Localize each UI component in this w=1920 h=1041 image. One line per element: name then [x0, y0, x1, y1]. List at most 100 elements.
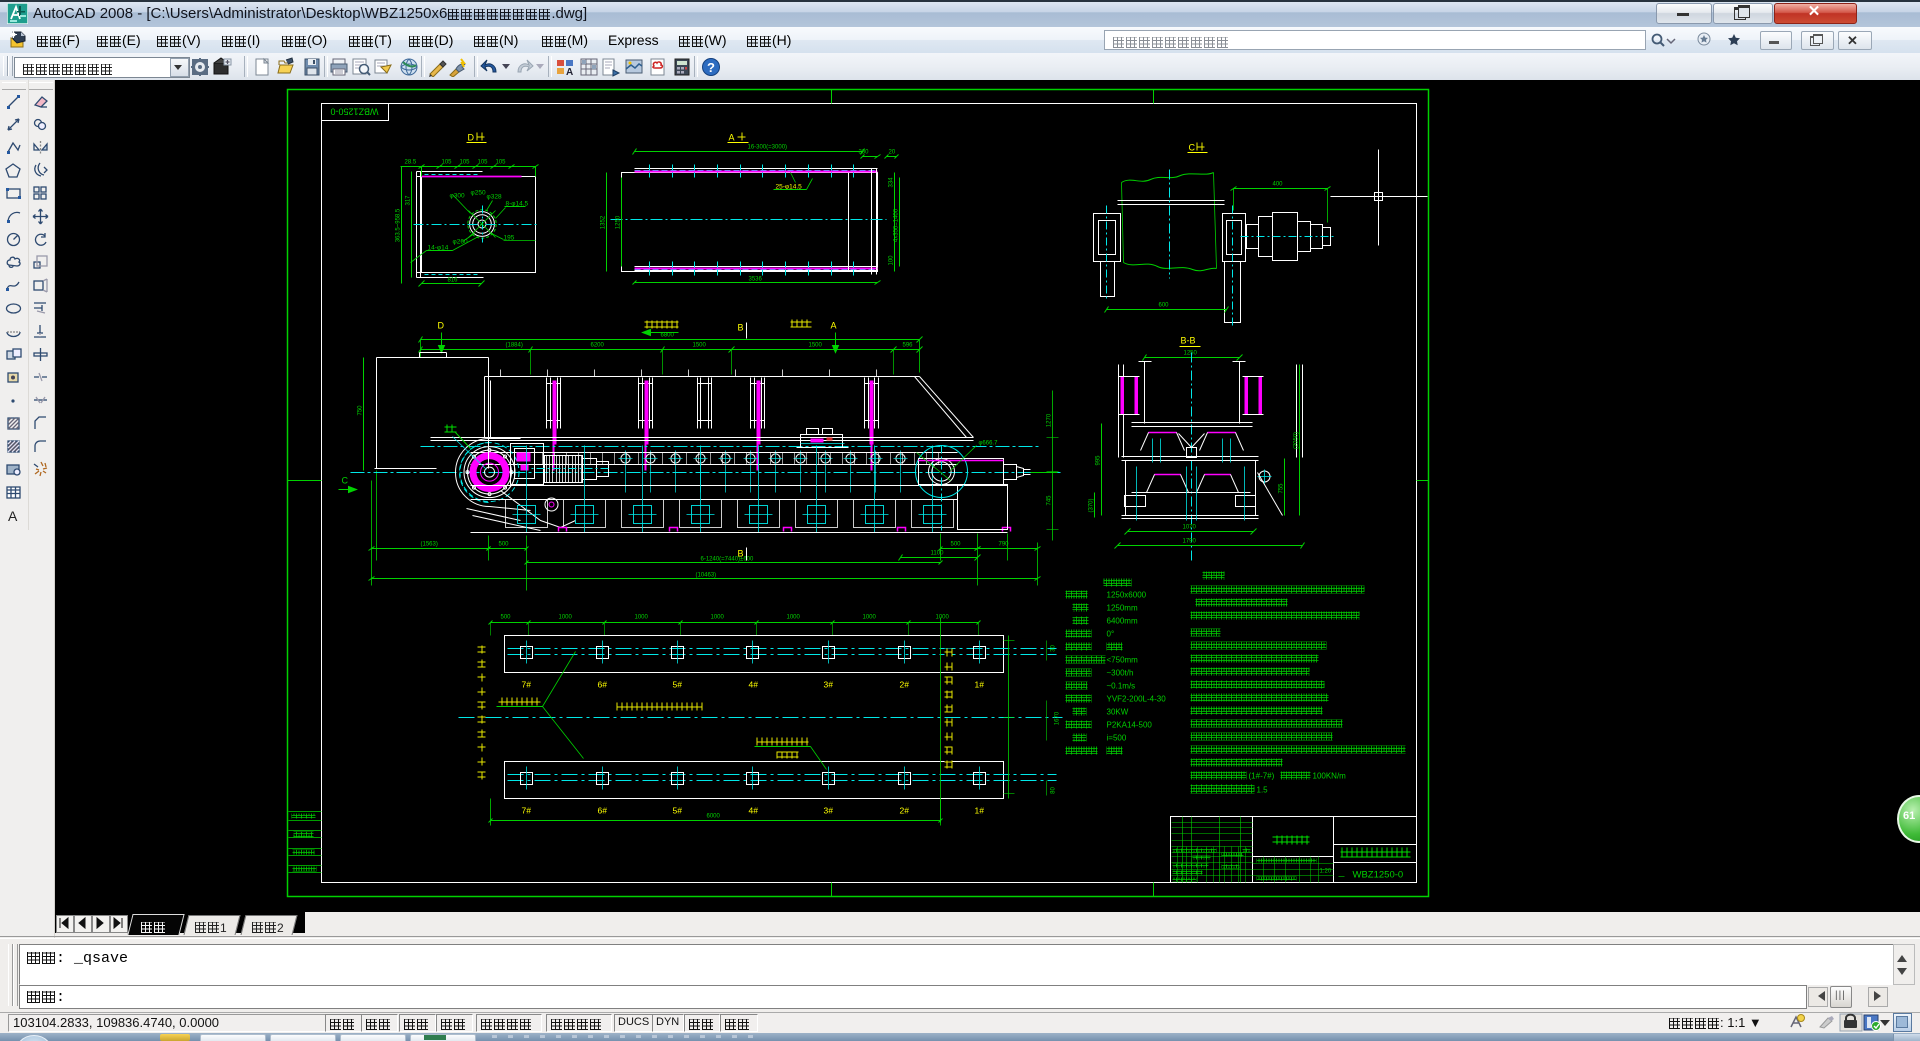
- svg-text:500: 500: [499, 542, 510, 548]
- svg-text:(1884): (1884): [506, 343, 523, 349]
- svg-text:1270: 1270: [1047, 413, 1053, 427]
- svg-text:A: A: [831, 321, 837, 331]
- svg-text:6000: 6000: [707, 814, 721, 820]
- svg-text:4#: 4#: [749, 806, 759, 816]
- svg-text:φ250: φ250: [471, 190, 486, 197]
- svg-text:φ300: φ300: [450, 193, 465, 200]
- svg-text:105: 105: [442, 160, 453, 166]
- svg-text:C: C: [1189, 143, 1196, 153]
- svg-text:816: 816: [448, 278, 459, 284]
- svg-text:30KW: 30KW: [1107, 708, 1129, 717]
- svg-text:1250x6000: 1250x6000: [1107, 591, 1147, 600]
- svg-text:1250: 1250: [1184, 351, 1198, 357]
- svg-text:B-B: B-B: [1181, 336, 1196, 346]
- svg-text:400: 400: [1273, 182, 1284, 188]
- svg-text:1100: 1100: [931, 551, 945, 557]
- svg-text:105: 105: [478, 160, 489, 166]
- svg-text:596: 596: [903, 343, 914, 349]
- svg-text:(1563): (1563): [421, 542, 438, 548]
- svg-text:YVF2-200L-4-30: YVF2-200L-4-30: [1107, 695, 1167, 704]
- svg-text:6#: 6#: [598, 680, 608, 690]
- svg-text:1000: 1000: [863, 615, 877, 621]
- svg-text:A: A: [8, 508, 18, 524]
- svg-text:A: A: [566, 67, 573, 77]
- svg-text:500: 500: [501, 615, 512, 621]
- svg-text:16-300(=3000): 16-300(=3000): [748, 145, 788, 151]
- svg-text:100KN/m: 100KN/m: [1313, 772, 1347, 781]
- svg-text:1000: 1000: [936, 615, 950, 621]
- svg-text:?: ?: [707, 60, 715, 75]
- svg-text:C: C: [342, 476, 349, 486]
- svg-text:600: 600: [1159, 303, 1170, 309]
- svg-text:317: 317: [406, 195, 412, 206]
- svg-text:B: B: [738, 323, 744, 333]
- svg-text:1500: 1500: [809, 343, 823, 349]
- svg-text:4#: 4#: [749, 680, 759, 690]
- svg-text:5#: 5#: [673, 680, 683, 690]
- svg-text:D: D: [438, 321, 445, 331]
- svg-text:2#: 2#: [900, 680, 910, 690]
- svg-text:(370): (370): [1089, 498, 1095, 512]
- svg-text:1:20: 1:20: [1320, 869, 1332, 875]
- svg-text:363.5~958.5: 363.5~958.5: [396, 208, 402, 242]
- svg-text:~300t/h: ~300t/h: [1107, 669, 1134, 678]
- svg-text:B: B: [738, 549, 744, 559]
- svg-text:6-1240(=7440)±600: 6-1240(=7440)±600: [701, 557, 754, 563]
- svg-text:~0.1m/s: ~0.1m/s: [1107, 682, 1136, 691]
- svg-text:7#: 7#: [522, 680, 532, 690]
- svg-text:φ666.7: φ666.7: [979, 441, 999, 447]
- svg-text:1000: 1000: [635, 615, 649, 621]
- svg-text:755: 755: [1279, 483, 1285, 494]
- svg-text:1500: 1500: [693, 343, 707, 349]
- svg-text:1000: 1000: [787, 615, 801, 621]
- svg-text:(10463): (10463): [696, 573, 717, 579]
- svg-text:1352: 1352: [601, 215, 607, 229]
- svg-text:D: D: [468, 133, 475, 143]
- svg-text:1250mm: 1250mm: [1107, 604, 1138, 613]
- svg-text:334: 334: [889, 177, 895, 188]
- svg-text:750: 750: [358, 405, 364, 416]
- svg-text:3#: 3#: [824, 680, 834, 690]
- svg-text:105: 105: [496, 160, 507, 166]
- svg-text:7#: 7#: [522, 806, 532, 816]
- svg-text:745: 745: [1047, 495, 1053, 506]
- svg-text:1670: 1670: [1055, 711, 1061, 725]
- svg-text:(2050): (2050): [1294, 432, 1300, 449]
- svg-text:20: 20: [889, 150, 896, 156]
- svg-text:1250: 1250: [616, 215, 622, 229]
- svg-text:1.5: 1.5: [1257, 786, 1269, 795]
- svg-text:1#: 1#: [975, 680, 985, 690]
- svg-text:WBZ1250-0: WBZ1250-0: [1353, 870, 1404, 881]
- svg-text:105: 105: [460, 160, 471, 166]
- svg-text:380: 380: [859, 150, 870, 156]
- svg-text:995: 995: [1096, 455, 1102, 466]
- svg-text:80: 80: [1051, 787, 1057, 794]
- svg-text:1000: 1000: [559, 615, 573, 621]
- svg-text:2#: 2#: [900, 806, 910, 816]
- svg-text:A: A: [729, 133, 735, 143]
- svg-text:P2KA14-500: P2KA14-500: [1107, 721, 1153, 730]
- svg-text:φ328: φ328: [487, 194, 502, 201]
- svg-text:28.5: 28.5: [405, 160, 417, 166]
- svg-text:6800: 6800: [661, 333, 675, 339]
- svg-text:<750mm: <750mm: [1107, 656, 1139, 665]
- svg-text:1000: 1000: [711, 615, 725, 621]
- svg-text:(1#-7#): (1#-7#): [1249, 772, 1275, 781]
- svg-text:6400mm: 6400mm: [1107, 617, 1138, 626]
- svg-text:5#: 5#: [673, 806, 683, 816]
- svg-text:30: 30: [1051, 645, 1057, 652]
- svg-text:6#: 6#: [598, 806, 608, 816]
- svg-text:0°: 0°: [1107, 630, 1115, 639]
- svg-text:1070: 1070: [1183, 525, 1197, 531]
- svg-text:100: 100: [889, 255, 895, 266]
- svg-text:WBZ1250-0: WBZ1250-0: [330, 107, 378, 117]
- svg-text:500: 500: [951, 542, 962, 548]
- svg-text:6200: 6200: [591, 343, 605, 349]
- svg-text:4x350=1400: 4x350=1400: [894, 208, 900, 242]
- svg-text:3536: 3536: [749, 277, 763, 283]
- svg-text:i=500: i=500: [1107, 734, 1127, 743]
- svg-text:1790: 1790: [1183, 539, 1197, 545]
- svg-text:790: 790: [999, 542, 1010, 548]
- svg-text:3#: 3#: [824, 806, 834, 816]
- svg-text:1#: 1#: [975, 806, 985, 816]
